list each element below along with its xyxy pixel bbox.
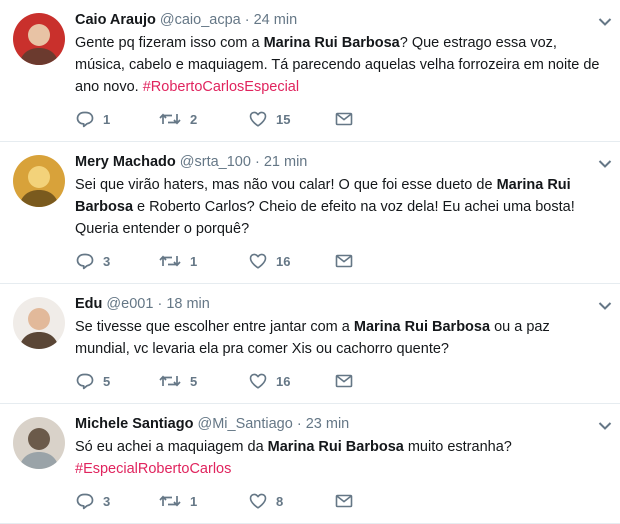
avatar[interactable] — [13, 13, 65, 65]
highlighted-term: Marina Rui Barbosa — [353, 319, 491, 335]
username[interactable]: @e001 — [106, 296, 153, 312]
reply-button[interactable]: 3 — [75, 251, 158, 271]
retweet-count: 1 — [190, 493, 198, 509]
tweet-header: Caio Araujo @caio_acpa · 24 min — [75, 10, 606, 30]
like-icon — [248, 371, 268, 391]
tweet-actions: 3 1 16 — [75, 249, 606, 273]
tweet-actions: 5 5 16 — [75, 369, 606, 393]
tweet[interactable]: Caio Araujo @caio_acpa · 24 min Gente pq … — [0, 0, 620, 142]
separator-dot: · — [254, 154, 260, 170]
retweet-icon — [158, 371, 182, 391]
username[interactable]: @srta_100 — [180, 154, 251, 170]
retweet-button[interactable]: 1 — [158, 251, 248, 271]
retweet-icon — [158, 109, 182, 129]
tweet-header: Mery Machado @srta_100 · 21 min — [75, 152, 606, 172]
direct-message-button[interactable] — [334, 109, 364, 129]
hashtag-link[interactable]: #EspecialRobertoCarlos — [75, 461, 231, 477]
tweet[interactable]: Edu @e001 · 18 min Se tivesse que escolhe… — [0, 284, 620, 404]
like-icon — [248, 109, 268, 129]
tweet-actions: 3 1 8 — [75, 489, 606, 513]
tweet-text-segment: Gente pq fizeram isso com a — [75, 35, 264, 51]
like-button[interactable]: 16 — [248, 251, 334, 271]
tweet-actions: 1 2 15 — [75, 107, 606, 131]
tweet[interactable]: Mery Machado @srta_100 · 21 min Sei que v… — [0, 142, 620, 284]
tweet[interactable]: Michele Santiago @Mi_Santiago · 23 min Só… — [0, 404, 620, 524]
tweet-text-segment: muito estranha? — [403, 439, 516, 455]
chevron-down-icon[interactable] — [598, 418, 612, 430]
retweet-button[interactable]: 1 — [158, 491, 248, 511]
avatar[interactable] — [13, 417, 65, 469]
avatar[interactable] — [13, 155, 65, 207]
reply-count: 1 — [103, 111, 111, 127]
direct-message-icon — [334, 109, 354, 129]
tweet-text: Sei que virão haters, mas não vou calar!… — [75, 174, 606, 240]
separator-dot: · — [157, 296, 163, 312]
chevron-down-icon[interactable] — [598, 298, 612, 310]
reply-icon — [75, 491, 95, 511]
highlighted-term: Marina Rui Barbosa — [267, 439, 404, 455]
like-count: 16 — [276, 253, 291, 269]
like-count: 16 — [276, 373, 291, 389]
reply-icon — [75, 371, 95, 391]
reply-button[interactable]: 5 — [75, 371, 158, 391]
tweet-text: Gente pq fizeram isso com a Marina Rui B… — [75, 32, 606, 98]
display-name[interactable]: Edu — [75, 296, 102, 312]
retweet-count: 1 — [190, 253, 198, 269]
retweet-button[interactable]: 5 — [158, 371, 248, 391]
highlighted-term: Marina Rui Barbosa — [263, 35, 400, 51]
retweet-icon — [158, 251, 182, 271]
tweet-text: Se tivesse que escolher entre jantar com… — [75, 316, 606, 360]
username[interactable]: @Mi_Santiago — [197, 416, 292, 432]
like-count: 15 — [276, 111, 291, 127]
timestamp[interactable]: 23 min — [306, 416, 350, 432]
direct-message-icon — [334, 491, 354, 511]
display-name[interactable]: Mery Machado — [75, 154, 176, 170]
direct-message-button[interactable] — [334, 371, 364, 391]
reply-count: 5 — [103, 373, 111, 389]
like-icon — [248, 491, 268, 511]
tweet-header: Edu @e001 · 18 min — [75, 294, 606, 314]
separator-dot: · — [296, 416, 302, 432]
reply-icon — [75, 109, 95, 129]
chevron-down-icon[interactable] — [598, 14, 612, 26]
like-count: 8 — [276, 493, 284, 509]
tweet-text-segment: Sei que virão haters, mas não vou calar!… — [75, 177, 497, 193]
like-button[interactable]: 16 — [248, 371, 334, 391]
retweet-icon — [158, 491, 182, 511]
like-button[interactable]: 15 — [248, 109, 334, 129]
reply-count: 3 — [103, 493, 111, 509]
reply-icon — [75, 251, 95, 271]
timestamp[interactable]: 21 min — [264, 154, 308, 170]
direct-message-icon — [334, 251, 354, 271]
tweet-text-segment: Só eu achei a maquiagem da — [75, 439, 268, 455]
like-icon — [248, 251, 268, 271]
hashtag-link[interactable]: #RobertoCarlosEspecial — [143, 79, 299, 95]
tweet-text-segment: Se tivesse que escolher entre jantar com… — [75, 319, 354, 335]
direct-message-icon — [334, 371, 354, 391]
avatar[interactable] — [13, 297, 65, 349]
tweet-feed: Caio Araujo @caio_acpa · 24 min Gente pq … — [0, 0, 620, 524]
chevron-down-icon[interactable] — [598, 156, 612, 168]
tweet-header: Michele Santiago @Mi_Santiago · 23 min — [75, 414, 606, 434]
username[interactable]: @caio_acpa — [160, 12, 241, 28]
reply-button[interactable]: 1 — [75, 109, 158, 129]
timestamp[interactable]: 18 min — [166, 296, 210, 312]
retweet-button[interactable]: 2 — [158, 109, 248, 129]
direct-message-button[interactable] — [334, 491, 364, 511]
like-button[interactable]: 8 — [248, 491, 334, 511]
tweet-text: Só eu achei a maquiagem da Marina Rui Ba… — [75, 436, 606, 480]
direct-message-button[interactable] — [334, 251, 364, 271]
display-name[interactable]: Caio Araujo — [75, 12, 156, 28]
separator-dot: · — [244, 12, 250, 28]
reply-button[interactable]: 3 — [75, 491, 158, 511]
tweet-text-segment: e Roberto Carlos? Cheio de efeito na voz… — [75, 199, 579, 237]
display-name[interactable]: Michele Santiago — [75, 416, 193, 432]
retweet-count: 2 — [190, 111, 198, 127]
reply-count: 3 — [103, 253, 111, 269]
timestamp[interactable]: 24 min — [254, 12, 298, 28]
retweet-count: 5 — [190, 373, 198, 389]
